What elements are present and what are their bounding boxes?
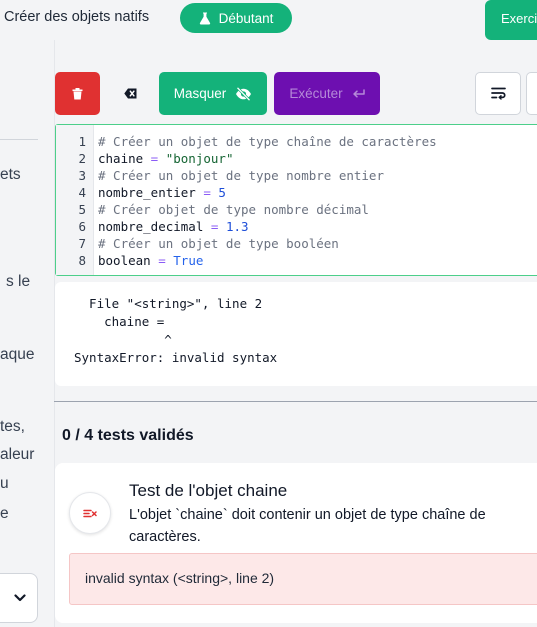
- code-comment: # Créer objet de type nombre décimal: [98, 202, 369, 217]
- delete-button[interactable]: [55, 72, 100, 115]
- test-status-badge: [69, 492, 111, 534]
- line-number: 1: [78, 134, 86, 149]
- tests-summary: 0 / 4 tests validés: [62, 427, 194, 444]
- code-line: nombre_decimal = 1.3: [98, 219, 249, 234]
- code-identifier: nombre_entier: [98, 185, 196, 200]
- sidebar-text-fragment: e: [0, 505, 9, 522]
- code-line: # Créer un objet de type nombre entier: [98, 168, 384, 183]
- code-literal: True: [173, 253, 204, 268]
- exercise-button[interactable]: Exercice: [485, 0, 537, 40]
- output-line: ^: [74, 332, 172, 347]
- line-number: 8: [78, 253, 86, 268]
- sidebar-text-fragment: aque: [0, 346, 35, 363]
- exercise-button-label: Exercice: [501, 11, 537, 26]
- code-identifier: nombre_decimal: [98, 219, 204, 234]
- code-operator: =: [150, 253, 174, 268]
- code-comment: # Créer un objet de type booléen: [98, 236, 339, 251]
- code-identifier: boolean: [98, 253, 151, 268]
- level-badge-label: Débutant: [218, 10, 274, 26]
- clear-button[interactable]: [109, 72, 151, 115]
- run-button[interactable]: Exécuter: [274, 72, 380, 115]
- code-literal: "bonjour": [165, 151, 234, 166]
- code-comment: # Créer un objet de type chaîne de carac…: [98, 134, 437, 149]
- more-options-button[interactable]: [526, 72, 537, 115]
- output-line: chaine =: [74, 314, 165, 329]
- hide-button-label: Masquer: [173, 86, 227, 101]
- code-literal: 1.3: [225, 219, 249, 234]
- sidebar-text-fragment: aleur: [0, 446, 35, 463]
- sidebar-text-fragment: s le: [6, 273, 31, 290]
- line-number-gutter: 1 2 3 4 5 6 7 8: [56, 125, 94, 275]
- line-number: 5: [78, 202, 86, 217]
- test-description: L'objet `chaine` doit contenir un objet …: [129, 507, 486, 545]
- line-number: 7: [78, 236, 86, 251]
- chevron-down-icon: [14, 594, 26, 602]
- sidebar-text-fragment: tes,: [0, 418, 25, 435]
- code-line: # Créer un objet de type booléen: [98, 236, 339, 251]
- code-operator: =: [203, 219, 226, 234]
- sidebar-select[interactable]: [0, 573, 38, 623]
- code-line: chaine = "bonjour": [98, 151, 233, 166]
- code-literal: 5: [218, 185, 226, 200]
- code-comment: # Créer un objet de type nombre entier: [98, 168, 384, 183]
- wrap-lines-icon: [490, 87, 506, 100]
- code-operator: =: [195, 185, 219, 200]
- sidebar-divider: [0, 139, 38, 140]
- hide-button[interactable]: Masquer: [159, 72, 267, 115]
- enter-arrow-icon: [352, 88, 365, 98]
- wrap-lines-button[interactable]: [475, 72, 521, 115]
- sidebar-text-fragment: u: [0, 475, 9, 492]
- page-breadcrumb: Créer des objets natifs: [4, 9, 150, 25]
- run-button-label: Exécuter: [289, 86, 343, 101]
- code-line: # Créer objet de type nombre décimal: [98, 202, 369, 217]
- test-title: Test de l'objet chaine: [129, 481, 288, 500]
- console-output: File "<string>", line 2 chaine = ^ Synta…: [55, 282, 537, 386]
- output-line: File "<string>", line 2: [74, 296, 263, 311]
- backspace-icon: [123, 88, 136, 99]
- eye-off-icon: [236, 86, 252, 101]
- code-line: nombre_entier = 5: [98, 185, 226, 200]
- code-editor[interactable]: 1 2 3 4 5 6 7 8 # Créer un objet de type…: [55, 124, 537, 276]
- code-identifier: chaine: [98, 151, 144, 166]
- test-card: Test de l'objet chaine L'objet `chaine` …: [55, 463, 537, 623]
- line-number: 4: [78, 185, 86, 200]
- section-divider: [54, 401, 537, 402]
- trash-icon: [72, 87, 83, 99]
- line-number: 2: [78, 151, 86, 166]
- code-line: # Créer un objet de type chaîne de carac…: [98, 134, 437, 149]
- level-badge: Débutant: [180, 3, 292, 33]
- test-error-text: invalid syntax (<string>, line 2): [85, 570, 275, 586]
- line-number: 6: [78, 219, 86, 234]
- code-operator: =: [143, 151, 166, 166]
- code-line: boolean = True: [98, 253, 203, 268]
- top-bar: Créer des objets natifs Débutant Exercic…: [0, 0, 537, 40]
- test-error-message: invalid syntax (<string>, line 2): [69, 553, 537, 605]
- flask-icon: [199, 12, 210, 24]
- output-line: SyntaxError: invalid syntax: [74, 350, 278, 365]
- test-fail-icon: [83, 509, 97, 517]
- line-number: 3: [78, 168, 86, 183]
- sidebar-text-fragment: ets: [0, 166, 21, 183]
